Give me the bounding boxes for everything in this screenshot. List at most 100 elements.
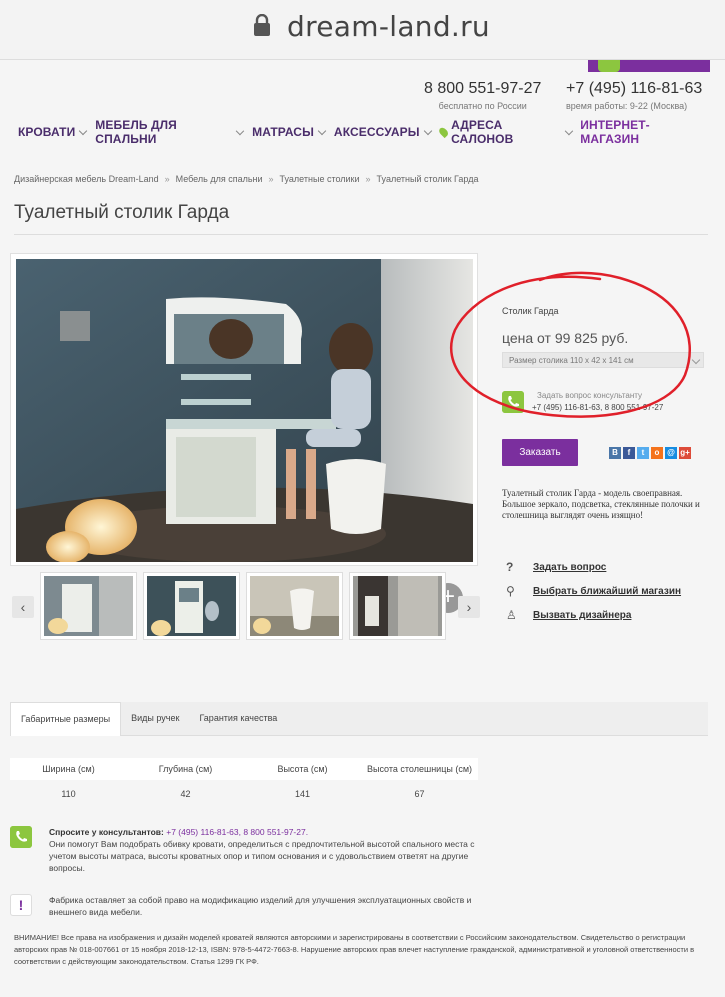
action-label: Вызвать дизайнера bbox=[533, 609, 632, 621]
question-icon: ? bbox=[506, 560, 514, 574]
chevron-down-icon bbox=[691, 355, 701, 365]
designer-icon: ♙ bbox=[506, 608, 517, 622]
phone-moscow: +7 (495) 116-81-63 время работы: 9-22 (М… bbox=[566, 80, 702, 111]
mail-icon[interactable]: @ bbox=[665, 447, 677, 459]
menu-label: АКСЕССУАРЫ bbox=[333, 125, 420, 139]
browser-url-bar[interactable]: dream-land.ru bbox=[0, 0, 725, 60]
thumbnail-4[interactable] bbox=[349, 572, 446, 640]
product-photo bbox=[16, 259, 473, 562]
thumb-prev-button[interactable]: ‹ bbox=[12, 596, 34, 618]
menu-item-salon-addresses[interactable]: АДРЕСА САЛОНОВ bbox=[437, 118, 573, 146]
phone-icon bbox=[598, 60, 620, 72]
phone-free-number[interactable]: 8 800 551-97-27 bbox=[424, 80, 541, 98]
phone-moscow-number[interactable]: +7 (495) 116-81-63 bbox=[566, 80, 702, 98]
menu-item-accessories[interactable]: АКСЕССУАРЫ bbox=[333, 118, 432, 146]
table-cell: 42 bbox=[180, 789, 191, 799]
consultant-note-phones[interactable]: +7 (495) 116-81-63, 8 800 551-97-27. bbox=[166, 827, 308, 837]
consultant-note-title: Спросите у консультантов: bbox=[49, 827, 164, 837]
thumbnail-image bbox=[147, 576, 236, 636]
exclamation-icon: ! bbox=[10, 894, 32, 916]
product-main-image[interactable] bbox=[10, 253, 478, 566]
breadcrumb-separator: » bbox=[268, 174, 274, 184]
chevron-down-icon bbox=[236, 126, 245, 135]
page: 8 800 551-97-27 бесплатно по России +7 (… bbox=[0, 60, 710, 997]
tab-handles[interactable]: Виды ручек bbox=[121, 702, 189, 735]
phone-free-note: бесплатно по России bbox=[438, 101, 527, 111]
thumbnail-1[interactable] bbox=[40, 572, 137, 640]
factory-note-text: Фабрика оставляет за собой право на моди… bbox=[49, 895, 472, 917]
location-pin-icon: ⚲ bbox=[506, 584, 515, 598]
consultant-note-text: Спросите у консультантов: +7 (495) 116-8… bbox=[49, 826, 489, 874]
table-cell: 141 bbox=[294, 789, 311, 799]
table-header-row: Ширина (см) Глубина (см) Высота (см) Выс… bbox=[10, 758, 478, 780]
thumbnail-image bbox=[353, 576, 442, 636]
phone-icon bbox=[502, 391, 524, 413]
chevron-down-icon bbox=[564, 126, 573, 135]
menu-item-online-shop[interactable]: ИНТЕРНЕТ-МАГАЗИН bbox=[580, 118, 701, 146]
thumbnail-image bbox=[44, 576, 133, 636]
url-text: dream-land.ru bbox=[287, 10, 490, 43]
product-description: Туалетный столик Гарда - модель своеправ… bbox=[502, 488, 700, 520]
thumbnail-3[interactable] bbox=[246, 572, 343, 640]
call-designer-link[interactable]: ♙ Вызвать дизайнера bbox=[506, 603, 681, 627]
order-button[interactable]: Заказать bbox=[502, 439, 578, 466]
consultant-phones[interactable]: +7 (495) 116-81-63, 8 800 551-97-27 bbox=[532, 403, 663, 412]
product-name: Столик Гарда bbox=[502, 306, 559, 316]
main-menu: КРОВАТИ МЕБЕЛЬ ДЛЯ СПАЛЬНИ МАТРАСЫ АКСЕС… bbox=[18, 118, 710, 146]
tab-quality[interactable]: Гарантия качества bbox=[189, 702, 287, 735]
choose-store-link[interactable]: ⚲ Выбрать ближайший магазин bbox=[506, 579, 681, 603]
product-tabs: Габаритные размеры Виды ручек Гарантия к… bbox=[10, 702, 708, 736]
phone-icon bbox=[10, 826, 32, 848]
chevron-down-icon bbox=[317, 126, 327, 135]
chevron-down-icon bbox=[423, 126, 432, 135]
breadcrumb-item[interactable]: Дизайнерская мебель Dream-Land bbox=[14, 174, 159, 184]
menu-label: МАТРАСЫ bbox=[252, 125, 314, 139]
lock-icon bbox=[254, 14, 270, 36]
menu-item-mattresses[interactable]: МАТРАСЫ bbox=[252, 118, 327, 146]
vk-icon[interactable]: В bbox=[609, 447, 621, 459]
table-header: Высота (см) bbox=[277, 764, 328, 774]
phone-moscow-note: время работы: 9-22 (Москва) bbox=[566, 101, 688, 111]
action-links: ? Задать вопрос ⚲ Выбрать ближайший магази… bbox=[506, 555, 681, 627]
copyright-warning: ВНИМАНИЕ! Все права на изображения и диз… bbox=[14, 933, 695, 966]
menu-item-bedroom-furniture[interactable]: МЕБЕЛЬ ДЛЯ СПАЛЬНИ bbox=[95, 118, 245, 146]
odnoklassniki-icon[interactable]: о bbox=[651, 447, 663, 459]
action-label: Задать вопрос bbox=[533, 561, 607, 573]
map-pin-icon bbox=[437, 125, 450, 139]
table-cell: 110 bbox=[61, 789, 76, 799]
thumbnail-image bbox=[250, 576, 339, 636]
consultant-note-body: Они помогут Вам подобрать обивку кровати… bbox=[49, 839, 475, 873]
size-select[interactable]: Размер столика 110 x 42 x 141 см bbox=[502, 352, 704, 368]
google-plus-icon[interactable]: g+ bbox=[679, 447, 691, 459]
thumbnail-strip bbox=[40, 572, 446, 640]
twitter-icon[interactable]: t bbox=[637, 447, 649, 459]
table-header: Глубина (см) bbox=[158, 764, 213, 774]
menu-label: АДРЕСА САЛОНОВ bbox=[451, 118, 514, 146]
table-header: Высота столешницы (см) bbox=[366, 764, 473, 774]
facebook-icon[interactable]: f bbox=[623, 447, 635, 459]
breadcrumb-item[interactable]: Мебель для спальни bbox=[176, 174, 263, 184]
chevron-down-icon bbox=[79, 126, 88, 135]
tab-dimensions[interactable]: Габаритные размеры bbox=[10, 702, 122, 736]
menu-label: КРОВАТИ bbox=[18, 125, 76, 139]
page-title: Туалетный столик Гарда bbox=[14, 202, 230, 223]
thumb-next-button[interactable]: › bbox=[458, 596, 480, 618]
menu-label: МЕБЕЛЬ ДЛЯ СПАЛЬНИ bbox=[95, 118, 177, 146]
breadcrumb-item[interactable]: Туалетные столики bbox=[280, 174, 360, 184]
product-info: Столик Гарда цена от 99 825 руб. Размер … bbox=[502, 306, 704, 368]
phone-free: 8 800 551-97-27 бесплатно по России bbox=[424, 80, 541, 111]
ask-question-link[interactable]: ? Задать вопрос bbox=[506, 555, 681, 579]
breadcrumb-current: Туалетный столик Гарда bbox=[376, 174, 479, 184]
breadcrumb-separator: » bbox=[365, 174, 371, 184]
thumbnail-2[interactable] bbox=[143, 572, 240, 640]
size-select-value: Размер столика 110 x 42 x 141 см bbox=[509, 356, 634, 365]
product-price: цена от 99 825 руб. bbox=[502, 330, 629, 346]
menu-item-beds[interactable]: КРОВАТИ bbox=[18, 118, 88, 146]
table-cell: 67 bbox=[414, 789, 425, 799]
breadcrumb-separator: » bbox=[164, 174, 170, 184]
social-share: В f t о @ g+ bbox=[609, 447, 691, 459]
breadcrumb: Дизайнерская мебель Dream-Land » Мебель д… bbox=[14, 174, 478, 184]
action-label: Выбрать ближайший магазин bbox=[533, 585, 682, 597]
table-header: Ширина (см) bbox=[42, 764, 95, 774]
consultant-question-link[interactable]: Задать вопрос консультанту bbox=[537, 391, 642, 400]
